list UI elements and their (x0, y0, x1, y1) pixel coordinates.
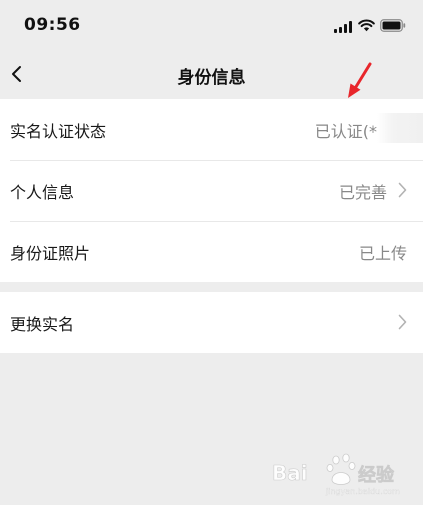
cell-personal-info[interactable]: 个人信息 已完善 (0, 160, 423, 221)
svg-text:jingyan.baidu.com: jingyan.baidu.com (325, 487, 400, 496)
masked-name-blur (377, 113, 423, 143)
cell-value: 已上传 (358, 244, 407, 263)
chevron-right-icon (398, 182, 407, 198)
cell-value: 已完善 (338, 183, 387, 202)
cell-change-real-name[interactable]: 更换实名 (0, 292, 423, 353)
identity-info-list: 实名认证状态 已认证(* 个人信息 已完善 身份证照片 已上传 (0, 99, 423, 282)
cell-id-card-photo[interactable]: 身份证照片 已上传 (0, 221, 423, 282)
change-name-list: 更换实名 (0, 292, 423, 353)
wifi-icon (358, 19, 375, 32)
status-bar: 09:56 (0, 0, 423, 52)
battery-icon (380, 19, 406, 32)
cell-label: 更换实名 (10, 315, 75, 334)
svg-text:Bai: Bai (272, 461, 308, 485)
chevron-right-icon (398, 314, 407, 330)
signal-icon (334, 21, 354, 33)
cell-label: 实名认证状态 (10, 122, 107, 141)
svg-text:经验: 经验 (358, 464, 395, 486)
cell-label: 个人信息 (10, 183, 75, 202)
annotation-arrow-icon (348, 62, 372, 98)
baidu-jingyan-watermark-icon: Bai 经验 jingyan.baidu.com (272, 453, 400, 496)
screen: 09:56 身份信息 实名认证状态 已认证(* 个人信息 已完善 身份证照片 已… (0, 0, 423, 505)
cell-label: 身份证照片 (10, 244, 91, 263)
status-time: 09:56 (24, 15, 81, 35)
cell-value: 已认证(* (314, 122, 377, 141)
cell-real-name-status[interactable]: 实名认证状态 已认证(* (0, 99, 423, 160)
